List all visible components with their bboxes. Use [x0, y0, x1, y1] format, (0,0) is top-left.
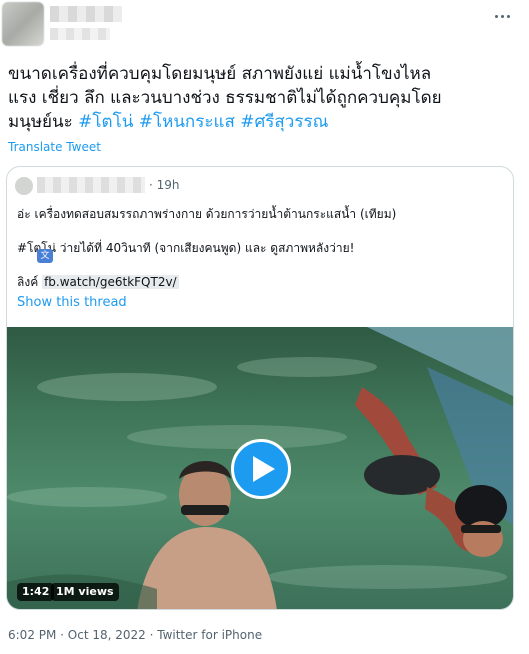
author-handle-blurred[interactable]	[50, 28, 110, 40]
translate-icon[interactable]: 文	[37, 249, 53, 263]
author-avatar-blurred[interactable]	[2, 2, 44, 46]
translate-tweet-link[interactable]: Translate Tweet	[8, 140, 101, 154]
author-name-blurred[interactable]	[50, 6, 122, 22]
quoted-text-line-1: อ่ะ เครื่องทดสอบสมรรถภาพร่างกาย ด้วยการว…	[17, 207, 397, 221]
tweet-text-line-3-prefix: มนุษย์นะ	[8, 112, 73, 132]
tweet-text-line-2: แรง เชี่ยว ลึก และวนบางช่วง ธรรมชาติไม่ไ…	[8, 88, 442, 108]
tweet-footer-meta[interactable]: 6:02 PM · Oct 18, 2022 · Twitter for iPh…	[8, 628, 262, 642]
tweet-text-line-3: มนุษย์นะ #โตโน่ #โหนกระแส #ศรีสุวรรณ	[8, 110, 508, 134]
quoted-tweet-card[interactable]: · 19h อ่ะ เครื่องทดสอบสมรรถภาพร่างกาย ด้…	[6, 166, 514, 610]
video-views: 1M views	[51, 583, 119, 601]
video-player[interactable]: 1:42 1M views	[7, 327, 513, 609]
hashtag-srisuwan[interactable]: #ศรีสุวรรณ	[240, 112, 328, 132]
tweet-text: ขนาดเครื่องที่ควบคุมโดยมนุษย์ สภาพยังแย่…	[8, 62, 508, 134]
show-thread-link[interactable]: Show this thread	[17, 295, 127, 310]
play-icon	[252, 456, 275, 482]
tweet-text-line-1: ขนาดเครื่องที่ควบคุมโดยมนุษย์ สภาพยังแย่…	[8, 64, 432, 84]
quoted-author-name-blurred[interactable]	[37, 177, 145, 193]
quoted-text-line-2: #โตโน่ ว่ายได้ที่ 40วินาที (จากเสียงคนพู…	[17, 241, 355, 255]
hashtag-honkrasae[interactable]: #โหนกระแส	[139, 112, 235, 132]
quoted-link[interactable]: fb.watch/ge6tkFQT2v/	[42, 275, 179, 289]
quoted-tweet-time[interactable]: · 19h	[149, 178, 180, 192]
quoted-link-line: ลิงค์ fb.watch/ge6tkFQT2v/	[17, 273, 179, 292]
hashtag-tono[interactable]: #โตโน่	[78, 112, 133, 132]
more-options-icon[interactable]	[491, 8, 513, 24]
video-duration: 1:42	[17, 583, 55, 601]
play-button[interactable]	[231, 439, 291, 499]
quoted-link-prefix: ลิงค์	[17, 275, 39, 289]
tweet-header	[0, 0, 529, 58]
quoted-author-avatar[interactable]	[15, 177, 33, 195]
